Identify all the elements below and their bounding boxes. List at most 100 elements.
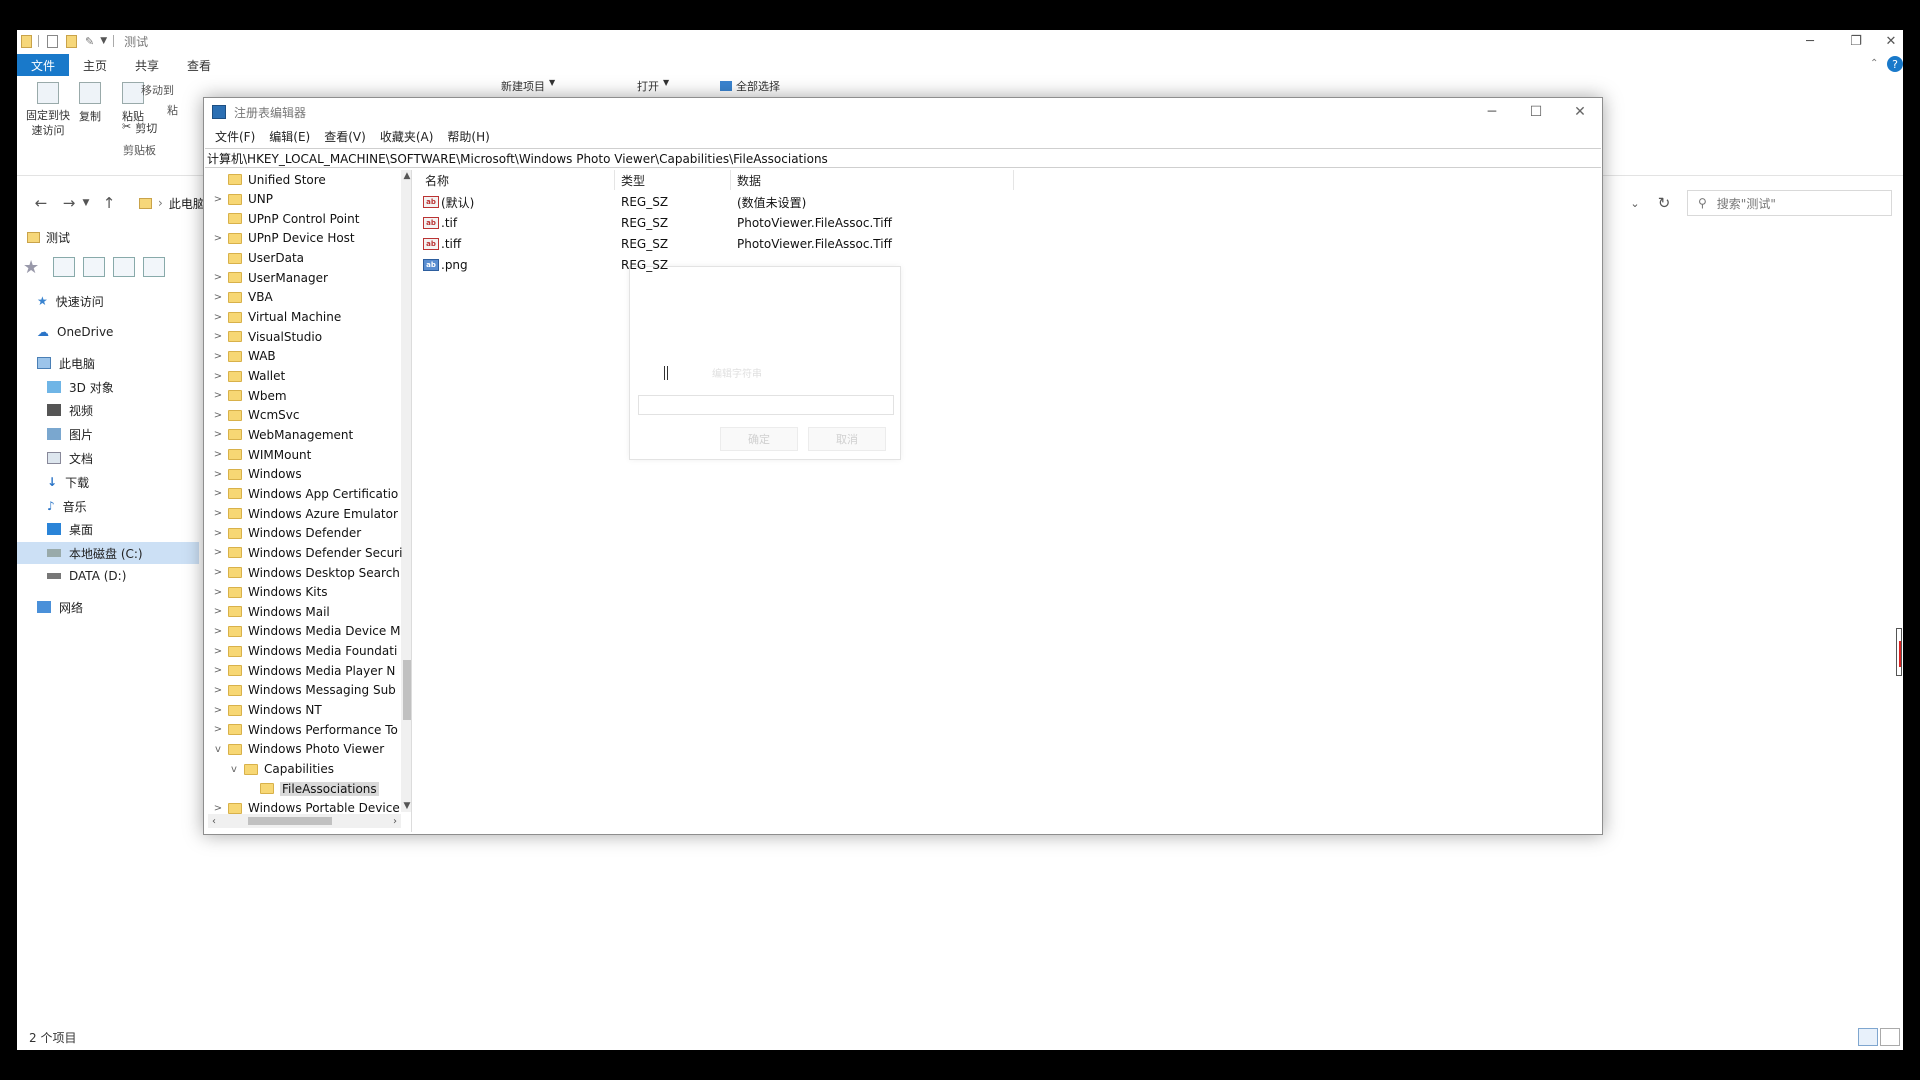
tree-node[interactable]: > UserManager [212,268,328,287]
details-view-button[interactable] [1858,1028,1878,1046]
cut-button[interactable]: ✂ 剪切 [122,120,157,136]
tree-node[interactable]: > Windows [212,465,302,484]
tree-node[interactable]: FileAssociations [244,779,379,798]
chevron-right-icon[interactable]: > [212,449,224,460]
chevron-right-icon[interactable]: > [212,371,224,382]
chevron-down-icon[interactable]: v [212,744,224,755]
tree-node[interactable]: > Windows Performance To [212,720,398,739]
menu-file[interactable]: 文件(F) [208,128,262,146]
chevron-right-icon[interactable]: > [212,587,224,598]
menu-view[interactable]: 查看(V) [317,128,373,146]
scroll-up-arrow-icon[interactable]: ▲ [401,170,411,182]
nav-quick-access[interactable]: ★ 快速访问 [37,290,104,312]
pin-to-quick-access-button[interactable]: 固定到快速访问 [23,82,73,138]
pin-icon[interactable]: ✎ [85,35,94,48]
tree-node[interactable]: > WebManagement [212,425,353,444]
registry-value-row[interactable]: ab .tiff REG_SZ PhotoViewer.FileAssoc.Tiff [419,234,1601,254]
registry-address-bar[interactable]: 计算机\HKEY_LOCAL_MACHINE\SOFTWARE\Microsof… [205,148,1601,168]
registry-value-row[interactable]: ab .tif REG_SZ PhotoViewer.FileAssoc.Tiff [419,213,1601,233]
tree-node[interactable]: > VBA [212,288,273,307]
chevron-right-icon[interactable]: > [212,547,224,558]
toolbar-icon[interactable] [143,257,165,277]
chevron-right-icon[interactable]: > [212,508,224,519]
tab-view[interactable]: 查看 [173,54,225,76]
nav-pictures[interactable]: 图片 [47,423,93,445]
tree-node[interactable]: > Wbem [212,386,287,405]
up-button[interactable]: ↑ [97,188,121,218]
tree-node[interactable]: > UPnP Device Host [212,229,355,248]
nav-3d-objects[interactable]: 3D 对象 [47,376,114,398]
nav-onedrive[interactable]: ☁ OneDrive [37,321,113,343]
select-all-button[interactable]: 全部选择 [720,78,780,94]
tab-file[interactable]: 文件 [17,54,70,76]
move-to-button[interactable]: 移动到 [141,82,174,98]
chevron-right-icon[interactable]: > [212,685,224,696]
tree-node[interactable]: v Capabilities [228,760,334,779]
properties-icon[interactable] [47,34,58,48]
chevron-right-icon[interactable]: > [212,194,224,205]
nav-music[interactable]: ♪ 音乐 [47,495,87,517]
toolbar-icon[interactable] [113,257,135,277]
menu-help[interactable]: 帮助(H) [440,128,496,146]
new-folder-icon[interactable] [66,34,77,48]
address-dropdown-button[interactable]: ⌄ [1623,188,1647,218]
nav-local-disk-c[interactable]: 本地磁盘 (C:) [17,542,199,564]
column-header-data[interactable]: 数据 [731,170,1014,190]
menu-favorites[interactable]: 收藏夹(A) [373,128,441,146]
minimize-button[interactable]: ─ [1470,98,1514,126]
chevron-right-icon[interactable]: > [212,705,224,716]
tree-node[interactable]: > Windows Desktop Search [212,563,400,582]
chevron-right-icon[interactable]: > [212,567,224,578]
nav-documents[interactable]: 文档 [47,447,93,469]
restore-button[interactable]: ❐ [1833,30,1879,52]
nav-network[interactable]: 网络 [37,596,83,618]
maximize-button[interactable]: ☐ [1514,98,1558,126]
chevron-right-icon[interactable]: > [212,272,224,283]
favorites-icon[interactable]: ★ [23,257,45,278]
tab-home[interactable]: 主页 [69,54,121,76]
chevron-right-icon[interactable]: > [212,724,224,735]
chevron-right-icon[interactable]: > [212,665,224,676]
chevron-right-icon[interactable]: > [212,488,224,499]
tree-node[interactable]: > WcmSvc [212,406,300,425]
registry-value-row[interactable]: ab .png REG_SZ [419,255,1601,275]
tree-node[interactable]: v Windows Photo Viewer [212,740,384,759]
chevron-right-icon[interactable]: > [212,351,224,362]
tree-node[interactable]: > Windows Media Foundati [212,642,397,661]
tree-node[interactable]: Unified Store [212,170,326,189]
menu-edit[interactable]: 编辑(E) [262,128,317,146]
tree-node[interactable]: > Wallet [212,367,285,386]
help-icon[interactable]: ? [1887,56,1903,72]
chevron-right-icon[interactable]: > [212,646,224,657]
collapse-ribbon-icon[interactable]: ⌃ [1870,58,1878,69]
back-button[interactable]: ← [29,188,53,218]
tree-node[interactable]: > Windows Kits [212,583,328,602]
tree-node[interactable]: > UNP [212,190,273,209]
tree-node[interactable]: UPnP Control Point [212,209,359,228]
nav-videos[interactable]: 视频 [47,399,93,421]
chevron-right-icon[interactable]: > [212,803,224,814]
recent-locations-button[interactable]: ▼ [79,188,93,218]
tree-node[interactable]: > Windows Messaging Sub [212,681,396,700]
tree-node[interactable]: > Windows NT [212,701,322,720]
chevron-right-icon[interactable]: > [212,233,224,244]
nav-data-disk-d[interactable]: DATA (D:) [47,565,126,587]
column-header-name[interactable]: 名称 [419,170,615,190]
chevron-right-icon[interactable]: > [212,606,224,617]
tree-node[interactable]: > Windows Defender [212,524,361,543]
large-icons-view-button[interactable] [1880,1028,1900,1046]
tree-node[interactable]: > Windows Azure Emulator [212,504,398,523]
registry-values-list[interactable]: 名称 类型 数据 编辑字符串 确定 取消 ab (默认) REG_SZ (数值未设置)… [419,170,1601,832]
nav-desktop[interactable]: 桌面 [47,518,93,540]
tree-node[interactable]: UserData [212,249,304,268]
registry-key-tree[interactable]: ▲ ▼ ‹ › Unified Store > UNP UPnP Control Po… [208,170,412,832]
chevron-right-icon[interactable]: > [212,390,224,401]
toolbar-icon[interactable] [83,257,105,277]
chevron-right-icon[interactable]: > [212,292,224,303]
chevron-right-icon[interactable]: > [212,626,224,637]
open-button[interactable]: 打开 ▼ [637,78,669,94]
chevron-down-icon[interactable]: v [228,764,240,775]
tree-node[interactable]: > Windows Media Player N [212,661,396,680]
tab-share[interactable]: 共享 [121,54,173,76]
chevron-right-icon[interactable]: > [212,528,224,539]
